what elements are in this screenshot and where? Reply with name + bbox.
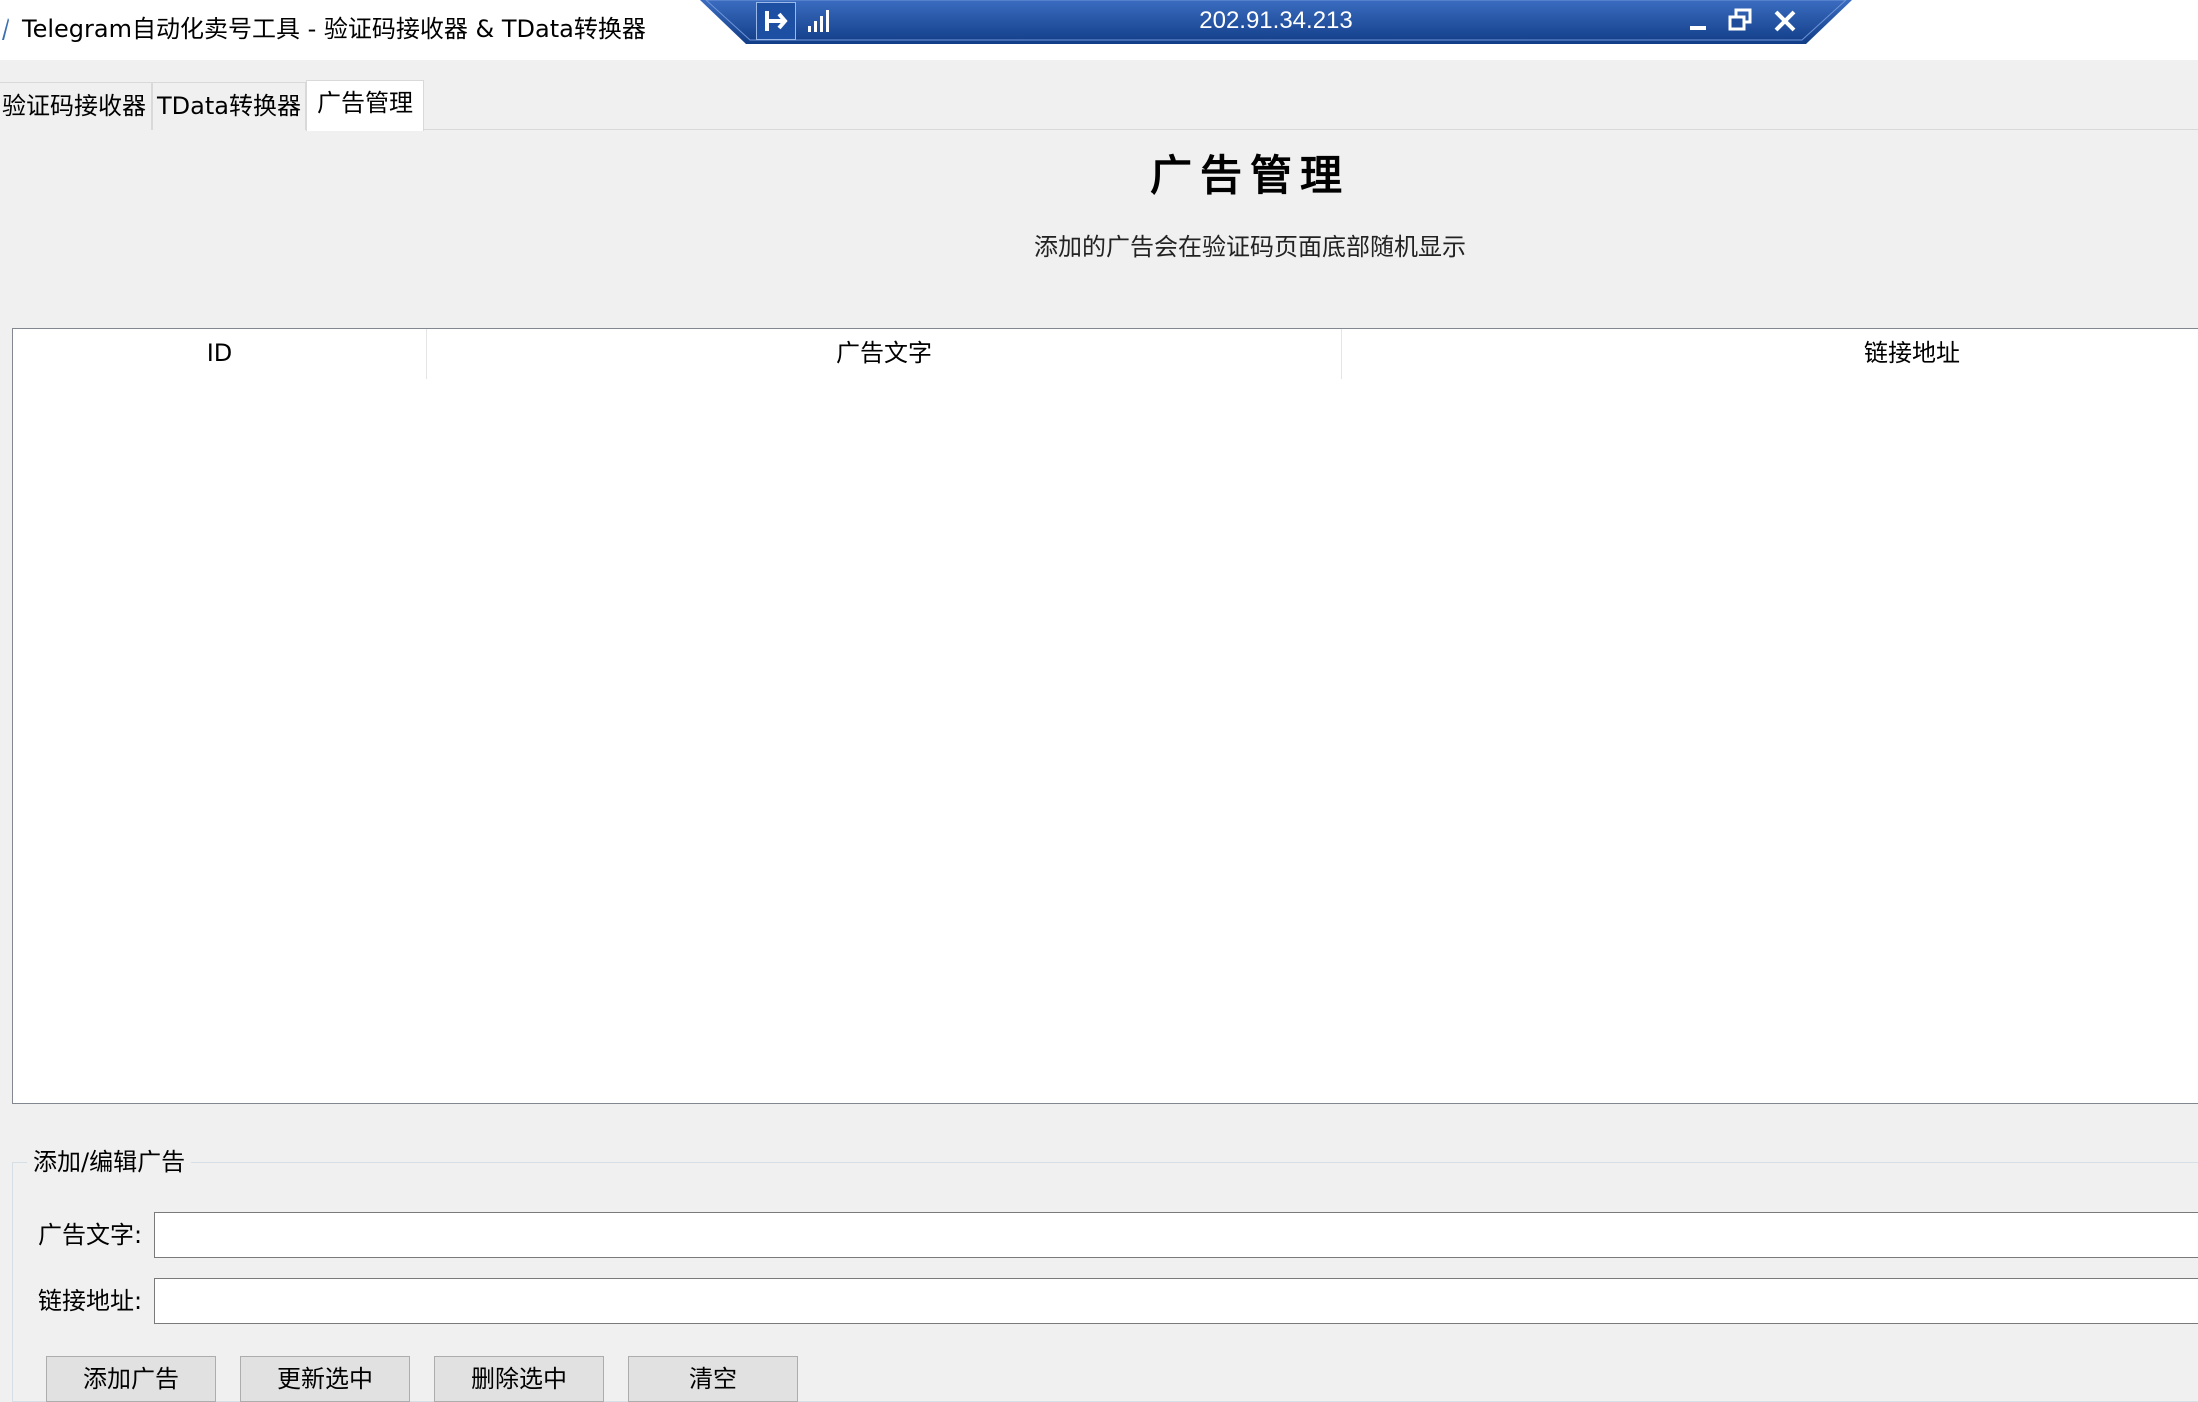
column-header-id[interactable]: ID: [13, 329, 427, 379]
page-subtitle: 添加的广告会在验证码页面底部随机显示: [1034, 233, 1466, 261]
tab-tdata-converter[interactable]: TData转换器: [152, 82, 306, 130]
window-title: Telegram自动化卖号工具 - 验证码接收器 & TData转换器: [22, 15, 646, 43]
remote-desktop-connection-bar: 202.91.34.213: [700, 0, 1852, 44]
ad-text-label: 广告文字:: [38, 1221, 143, 1249]
rdp-host-address: 202.91.34.213: [1199, 7, 1353, 34]
ad-text-input[interactable]: [154, 1212, 2198, 1258]
column-header-link[interactable]: 链接地址: [1342, 329, 2198, 379]
restore-icon[interactable]: [1726, 6, 1756, 36]
tab-code-receiver[interactable]: 验证码接收器: [0, 82, 152, 130]
link-label: 链接地址:: [38, 1287, 143, 1315]
clear-button[interactable]: 清空: [628, 1356, 798, 1402]
column-header-ad-text[interactable]: 广告文字: [427, 329, 1342, 379]
feather-icon: [0, 12, 10, 46]
ads-table[interactable]: ID 广告文字 链接地址: [12, 328, 2198, 1104]
minimize-icon[interactable]: [1684, 6, 1714, 36]
add-ad-button[interactable]: 添加广告: [46, 1356, 216, 1402]
close-icon[interactable]: [1770, 6, 1800, 36]
tab-strip: 验证码接收器 TData转换器 广告管理: [0, 60, 2198, 131]
update-selected-button[interactable]: 更新选中: [240, 1356, 410, 1402]
page-title: 广告管理: [1149, 151, 1350, 200]
group-label: 添加/编辑广告: [27, 1145, 192, 1179]
table-header: ID 广告文字 链接地址: [13, 329, 2198, 379]
link-input[interactable]: [154, 1278, 2198, 1324]
tab-ad-management[interactable]: 广告管理: [306, 80, 424, 131]
delete-selected-button[interactable]: 删除选中: [434, 1356, 604, 1402]
